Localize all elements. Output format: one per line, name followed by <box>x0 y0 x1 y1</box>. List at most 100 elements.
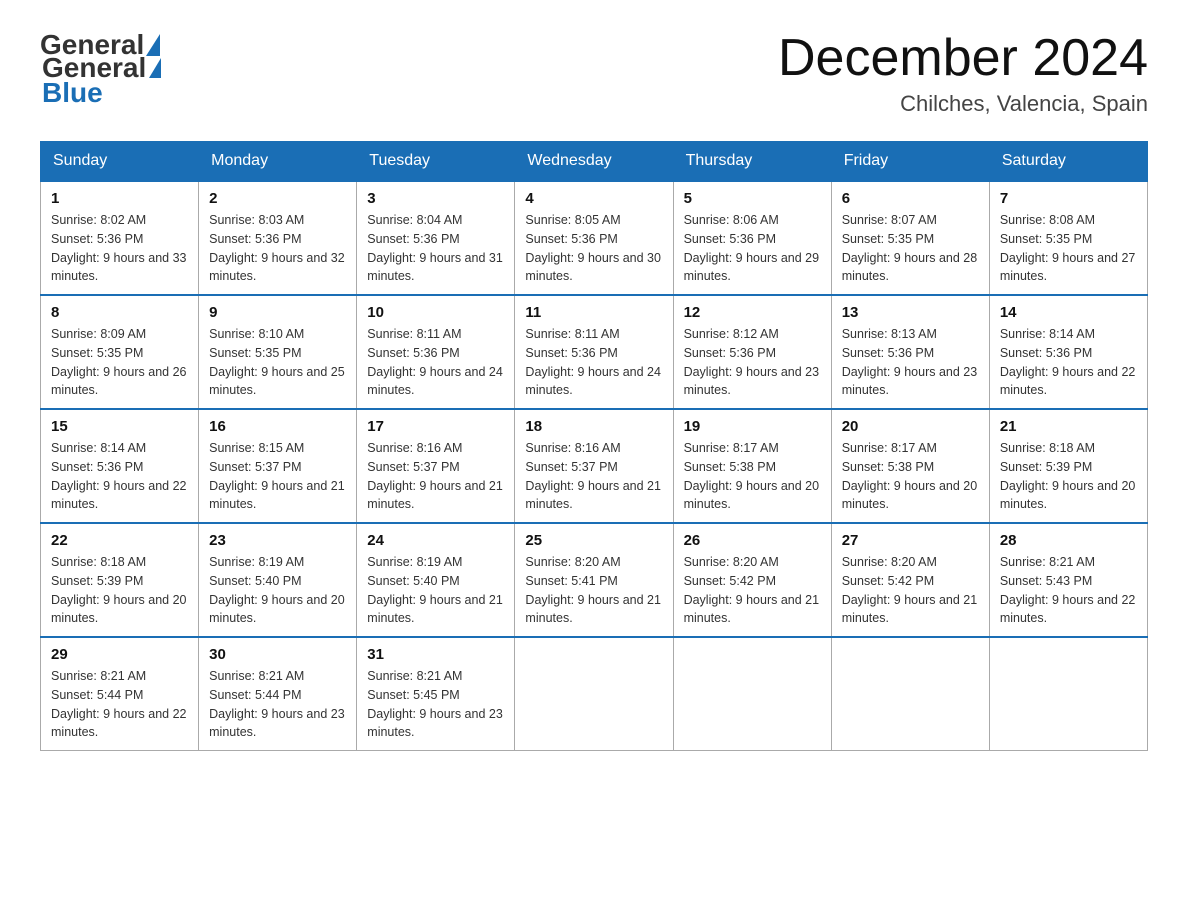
day-info: Sunrise: 8:05 AMSunset: 5:36 PMDaylight:… <box>525 213 661 283</box>
day-number: 14 <box>1000 304 1137 321</box>
day-number: 28 <box>1000 532 1137 549</box>
day-info: Sunrise: 8:07 AMSunset: 5:35 PMDaylight:… <box>842 213 978 283</box>
table-row: 29 Sunrise: 8:21 AMSunset: 5:44 PMDaylig… <box>41 637 199 751</box>
day-info: Sunrise: 8:21 AMSunset: 5:44 PMDaylight:… <box>209 669 345 739</box>
table-row: 5 Sunrise: 8:06 AMSunset: 5:36 PMDayligh… <box>673 181 831 295</box>
table-row: 9 Sunrise: 8:10 AMSunset: 5:35 PMDayligh… <box>199 295 357 409</box>
table-row: 8 Sunrise: 8:09 AMSunset: 5:35 PMDayligh… <box>41 295 199 409</box>
table-row: 20 Sunrise: 8:17 AMSunset: 5:38 PMDaylig… <box>831 409 989 523</box>
week-row-5: 29 Sunrise: 8:21 AMSunset: 5:44 PMDaylig… <box>41 637 1148 751</box>
week-row-2: 8 Sunrise: 8:09 AMSunset: 5:35 PMDayligh… <box>41 295 1148 409</box>
table-row <box>673 637 831 751</box>
day-info: Sunrise: 8:08 AMSunset: 5:35 PMDaylight:… <box>1000 213 1136 283</box>
day-number: 11 <box>525 304 662 321</box>
title-block: December 2024 Chilches, Valencia, Spain <box>778 30 1148 117</box>
day-info: Sunrise: 8:21 AMSunset: 5:43 PMDaylight:… <box>1000 555 1136 625</box>
table-row: 26 Sunrise: 8:20 AMSunset: 5:42 PMDaylig… <box>673 523 831 637</box>
table-row: 7 Sunrise: 8:08 AMSunset: 5:35 PMDayligh… <box>989 181 1147 295</box>
table-row: 14 Sunrise: 8:14 AMSunset: 5:36 PMDaylig… <box>989 295 1147 409</box>
day-info: Sunrise: 8:10 AMSunset: 5:35 PMDaylight:… <box>209 327 345 397</box>
day-info: Sunrise: 8:15 AMSunset: 5:37 PMDaylight:… <box>209 441 345 511</box>
day-info: Sunrise: 8:19 AMSunset: 5:40 PMDaylight:… <box>209 555 345 625</box>
logo-chevron-icon <box>149 58 161 78</box>
day-info: Sunrise: 8:13 AMSunset: 5:36 PMDaylight:… <box>842 327 978 397</box>
day-info: Sunrise: 8:14 AMSunset: 5:36 PMDaylight:… <box>1000 327 1136 397</box>
table-row: 12 Sunrise: 8:12 AMSunset: 5:36 PMDaylig… <box>673 295 831 409</box>
table-row: 11 Sunrise: 8:11 AMSunset: 5:36 PMDaylig… <box>515 295 673 409</box>
day-number: 25 <box>525 532 662 549</box>
day-info: Sunrise: 8:21 AMSunset: 5:45 PMDaylight:… <box>367 669 503 739</box>
table-row: 2 Sunrise: 8:03 AMSunset: 5:36 PMDayligh… <box>199 181 357 295</box>
day-number: 12 <box>684 304 821 321</box>
day-info: Sunrise: 8:16 AMSunset: 5:37 PMDaylight:… <box>525 441 661 511</box>
day-number: 1 <box>51 190 188 207</box>
table-row: 17 Sunrise: 8:16 AMSunset: 5:37 PMDaylig… <box>357 409 515 523</box>
day-number: 30 <box>209 646 346 663</box>
day-number: 2 <box>209 190 346 207</box>
table-row: 22 Sunrise: 8:18 AMSunset: 5:39 PMDaylig… <box>41 523 199 637</box>
logo: General General Blue <box>40 30 164 108</box>
day-number: 20 <box>842 418 979 435</box>
col-monday: Monday <box>199 142 357 182</box>
table-row: 31 Sunrise: 8:21 AMSunset: 5:45 PMDaylig… <box>357 637 515 751</box>
table-row <box>989 637 1147 751</box>
table-row <box>831 637 989 751</box>
day-number: 17 <box>367 418 504 435</box>
table-row: 1 Sunrise: 8:02 AMSunset: 5:36 PMDayligh… <box>41 181 199 295</box>
day-info: Sunrise: 8:06 AMSunset: 5:36 PMDaylight:… <box>684 213 820 283</box>
col-wednesday: Wednesday <box>515 142 673 182</box>
day-info: Sunrise: 8:02 AMSunset: 5:36 PMDaylight:… <box>51 213 187 283</box>
day-info: Sunrise: 8:20 AMSunset: 5:42 PMDaylight:… <box>842 555 978 625</box>
table-row: 24 Sunrise: 8:19 AMSunset: 5:40 PMDaylig… <box>357 523 515 637</box>
day-number: 18 <box>525 418 662 435</box>
day-number: 4 <box>525 190 662 207</box>
day-number: 13 <box>842 304 979 321</box>
table-row <box>515 637 673 751</box>
day-info: Sunrise: 8:18 AMSunset: 5:39 PMDaylight:… <box>1000 441 1136 511</box>
week-row-4: 22 Sunrise: 8:18 AMSunset: 5:39 PMDaylig… <box>41 523 1148 637</box>
col-friday: Friday <box>831 142 989 182</box>
table-row: 3 Sunrise: 8:04 AMSunset: 5:36 PMDayligh… <box>357 181 515 295</box>
day-info: Sunrise: 8:12 AMSunset: 5:36 PMDaylight:… <box>684 327 820 397</box>
table-row: 18 Sunrise: 8:16 AMSunset: 5:37 PMDaylig… <box>515 409 673 523</box>
day-info: Sunrise: 8:09 AMSunset: 5:35 PMDaylight:… <box>51 327 187 397</box>
day-number: 22 <box>51 532 188 549</box>
day-number: 21 <box>1000 418 1137 435</box>
day-number: 15 <box>51 418 188 435</box>
col-saturday: Saturday <box>989 142 1147 182</box>
table-row: 25 Sunrise: 8:20 AMSunset: 5:41 PMDaylig… <box>515 523 673 637</box>
day-number: 27 <box>842 532 979 549</box>
day-info: Sunrise: 8:21 AMSunset: 5:44 PMDaylight:… <box>51 669 187 739</box>
day-number: 7 <box>1000 190 1137 207</box>
day-info: Sunrise: 8:17 AMSunset: 5:38 PMDaylight:… <box>842 441 978 511</box>
table-row: 30 Sunrise: 8:21 AMSunset: 5:44 PMDaylig… <box>199 637 357 751</box>
day-info: Sunrise: 8:20 AMSunset: 5:41 PMDaylight:… <box>525 555 661 625</box>
col-sunday: Sunday <box>41 142 199 182</box>
col-thursday: Thursday <box>673 142 831 182</box>
table-row: 10 Sunrise: 8:11 AMSunset: 5:36 PMDaylig… <box>357 295 515 409</box>
day-info: Sunrise: 8:16 AMSunset: 5:37 PMDaylight:… <box>367 441 503 511</box>
day-number: 26 <box>684 532 821 549</box>
location-subtitle: Chilches, Valencia, Spain <box>778 91 1148 117</box>
day-info: Sunrise: 8:03 AMSunset: 5:36 PMDaylight:… <box>209 213 345 283</box>
logo-blue-text: Blue <box>42 77 103 108</box>
day-number: 10 <box>367 304 504 321</box>
day-number: 9 <box>209 304 346 321</box>
table-row: 4 Sunrise: 8:05 AMSunset: 5:36 PMDayligh… <box>515 181 673 295</box>
day-number: 6 <box>842 190 979 207</box>
day-info: Sunrise: 8:18 AMSunset: 5:39 PMDaylight:… <box>51 555 187 625</box>
day-info: Sunrise: 8:19 AMSunset: 5:40 PMDaylight:… <box>367 555 503 625</box>
day-info: Sunrise: 8:20 AMSunset: 5:42 PMDaylight:… <box>684 555 820 625</box>
day-number: 23 <box>209 532 346 549</box>
day-info: Sunrise: 8:14 AMSunset: 5:36 PMDaylight:… <box>51 441 187 511</box>
table-row: 16 Sunrise: 8:15 AMSunset: 5:37 PMDaylig… <box>199 409 357 523</box>
day-info: Sunrise: 8:11 AMSunset: 5:36 PMDaylight:… <box>525 327 661 397</box>
table-row: 27 Sunrise: 8:20 AMSunset: 5:42 PMDaylig… <box>831 523 989 637</box>
table-row: 23 Sunrise: 8:19 AMSunset: 5:40 PMDaylig… <box>199 523 357 637</box>
table-row: 28 Sunrise: 8:21 AMSunset: 5:43 PMDaylig… <box>989 523 1147 637</box>
day-info: Sunrise: 8:17 AMSunset: 5:38 PMDaylight:… <box>684 441 820 511</box>
table-row: 6 Sunrise: 8:07 AMSunset: 5:35 PMDayligh… <box>831 181 989 295</box>
day-number: 19 <box>684 418 821 435</box>
day-number: 3 <box>367 190 504 207</box>
col-tuesday: Tuesday <box>357 142 515 182</box>
